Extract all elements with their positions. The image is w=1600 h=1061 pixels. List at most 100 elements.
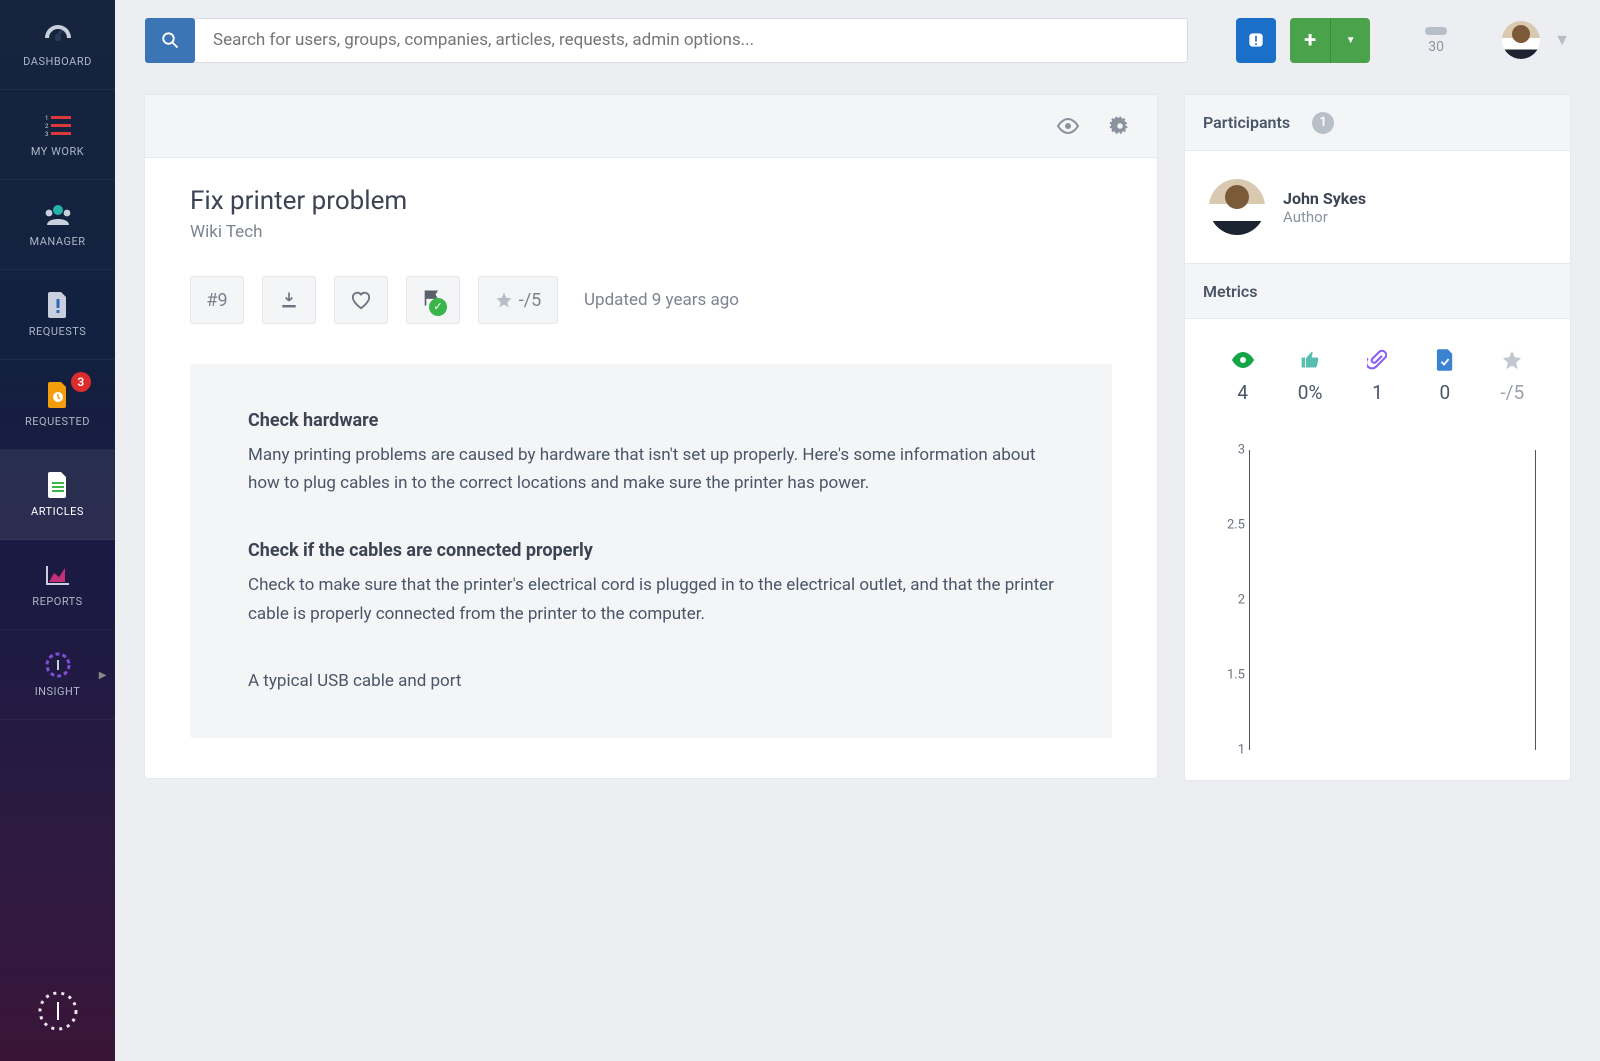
sidebar-item-articles[interactable]: ARTICLES xyxy=(0,450,115,540)
sidebar-item-label: REQUESTED xyxy=(25,415,90,428)
main-content: Fix printer problem Wiki Tech #9 ✓ xyxy=(115,0,1600,810)
content-paragraph: Many printing problems are caused by har… xyxy=(248,441,1054,499)
article-card: Fix printer problem Wiki Tech #9 ✓ xyxy=(145,95,1157,778)
gauge-icon xyxy=(43,21,73,49)
article-card-head xyxy=(145,95,1157,158)
rating-value-metric: -/5 xyxy=(1492,381,1532,404)
chart-area-icon xyxy=(43,561,73,589)
insight-icon xyxy=(43,651,73,679)
add-dropdown-toggle[interactable]: ▼ xyxy=(1330,18,1370,63)
article-title: Fix printer problem xyxy=(190,186,1112,216)
sidebar-item-manager[interactable]: MANAGER xyxy=(0,180,115,270)
likes-value: 0% xyxy=(1290,381,1330,404)
content-paragraph: Check to make sure that the printer's el… xyxy=(248,571,1054,629)
eye-icon xyxy=(1056,114,1080,138)
add-button-group: + ▼ xyxy=(1290,18,1370,63)
star-icon xyxy=(495,291,513,309)
y-tick: 1.5 xyxy=(1221,668,1245,683)
content-heading: Check if the cables are connected proper… xyxy=(248,536,1054,567)
watch-button[interactable] xyxy=(1049,107,1087,145)
sidebar-badge: 3 xyxy=(71,372,91,392)
sidebar-item-dashboard[interactable]: DASHBOARD xyxy=(0,0,115,90)
flag-icon: ✓ xyxy=(423,288,443,313)
article-content: Check hardware Many printing problems ar… xyxy=(190,364,1112,738)
metrics-icons-row xyxy=(1209,349,1546,371)
rating-icon xyxy=(1492,349,1532,371)
gear-icon xyxy=(1109,115,1131,137)
file-lines-icon xyxy=(43,471,73,499)
flag-button[interactable]: ✓ xyxy=(406,276,460,324)
y-tick: 2 xyxy=(1221,593,1245,608)
add-button[interactable]: + xyxy=(1290,18,1330,63)
participants-title: Participants xyxy=(1203,113,1290,132)
download-button[interactable] xyxy=(262,276,316,324)
rating-value: -/5 xyxy=(519,290,542,311)
sidebar-item-mywork[interactable]: 123 MY WORK xyxy=(0,90,115,180)
article-category: Wiki Tech xyxy=(190,222,1112,242)
plus-icon: + xyxy=(1304,28,1316,53)
sidebar-item-insight[interactable]: ▶ INSIGHT xyxy=(0,630,115,720)
download-icon xyxy=(279,290,299,310)
article-number: #9 xyxy=(206,290,227,311)
file-alert-icon xyxy=(43,291,73,319)
heart-icon xyxy=(350,290,372,310)
avatar-caret-icon[interactable]: ▼ xyxy=(1554,30,1570,50)
favorite-button[interactable] xyxy=(334,276,388,324)
participant-avatar xyxy=(1209,179,1265,235)
settings-button[interactable] xyxy=(1101,107,1139,145)
sidebar-item-label: DASHBOARD xyxy=(23,55,92,68)
participant-role: Author xyxy=(1283,208,1366,226)
alert-button[interactable] xyxy=(1236,18,1276,63)
y-tick: 2.5 xyxy=(1221,518,1245,533)
y-tick: 1 xyxy=(1221,743,1245,758)
metrics-title: Metrics xyxy=(1203,282,1257,301)
metrics-values-row: 4 0% 1 0 -/5 xyxy=(1209,381,1546,404)
views-icon xyxy=(1223,349,1263,371)
chevron-right-icon: ▶ xyxy=(99,670,107,681)
list-icon: 123 xyxy=(43,111,73,139)
participant-row[interactable]: John Sykes Author xyxy=(1209,179,1546,235)
attachments-value: 1 xyxy=(1357,381,1397,404)
updated-label: Updated 9 years ago xyxy=(584,290,739,310)
likes-icon xyxy=(1290,349,1330,371)
search-button[interactable] xyxy=(145,18,195,63)
tasks-value: 0 xyxy=(1425,381,1465,404)
svg-text:1: 1 xyxy=(45,115,49,122)
check-badge-icon: ✓ xyxy=(429,298,447,316)
sidebar-footer-logo xyxy=(0,961,115,1061)
users-icon xyxy=(43,201,73,229)
rating-button[interactable]: -/5 xyxy=(478,276,558,324)
sidebar-item-label: REQUESTS xyxy=(29,325,87,338)
tasks-icon xyxy=(1425,349,1465,371)
alert-icon xyxy=(1246,30,1266,50)
sidebar-item-label: MANAGER xyxy=(30,235,86,248)
participants-head: Participants 1 xyxy=(1185,95,1570,151)
top-header: + ▼ 30 ▼ xyxy=(115,0,1600,80)
sidebar-item-label: ARTICLES xyxy=(31,505,84,518)
svg-text:2: 2 xyxy=(45,123,49,130)
views-value: 4 xyxy=(1223,381,1263,404)
content-paragraph: A typical USB cable and port xyxy=(248,667,1054,696)
gamepad-icon xyxy=(1425,25,1447,37)
search-input[interactable] xyxy=(195,18,1188,63)
search-icon xyxy=(161,31,179,49)
sidebar-item-requests[interactable]: REQUESTS xyxy=(0,270,115,360)
user-avatar[interactable] xyxy=(1502,21,1540,59)
points-value: 30 xyxy=(1428,39,1444,55)
caret-down-icon: ▼ xyxy=(1346,35,1356,46)
right-column: Participants 1 John Sykes Author Metrics xyxy=(1185,95,1570,780)
sidebar-item-label: INSIGHT xyxy=(35,685,81,698)
content-heading: Check hardware xyxy=(248,406,1054,437)
sidebar-item-label: MY WORK xyxy=(31,145,84,158)
sidebar: DASHBOARD 123 MY WORK MANAGER REQUESTS 3… xyxy=(0,0,115,1061)
participants-card: Participants 1 John Sykes Author Metrics xyxy=(1185,95,1570,780)
metrics-chart: 3 2.5 2 1.5 1 xyxy=(1209,450,1546,750)
sidebar-item-label: REPORTS xyxy=(32,595,82,608)
points-indicator[interactable]: 30 xyxy=(1416,25,1456,55)
sidebar-item-reports[interactable]: REPORTS xyxy=(0,540,115,630)
sidebar-item-requested[interactable]: 3 REQUESTED xyxy=(0,360,115,450)
participant-name: John Sykes xyxy=(1283,189,1366,208)
participants-count: 1 xyxy=(1312,112,1334,134)
metrics-head: Metrics xyxy=(1185,263,1570,319)
article-number-button[interactable]: #9 xyxy=(190,276,244,324)
